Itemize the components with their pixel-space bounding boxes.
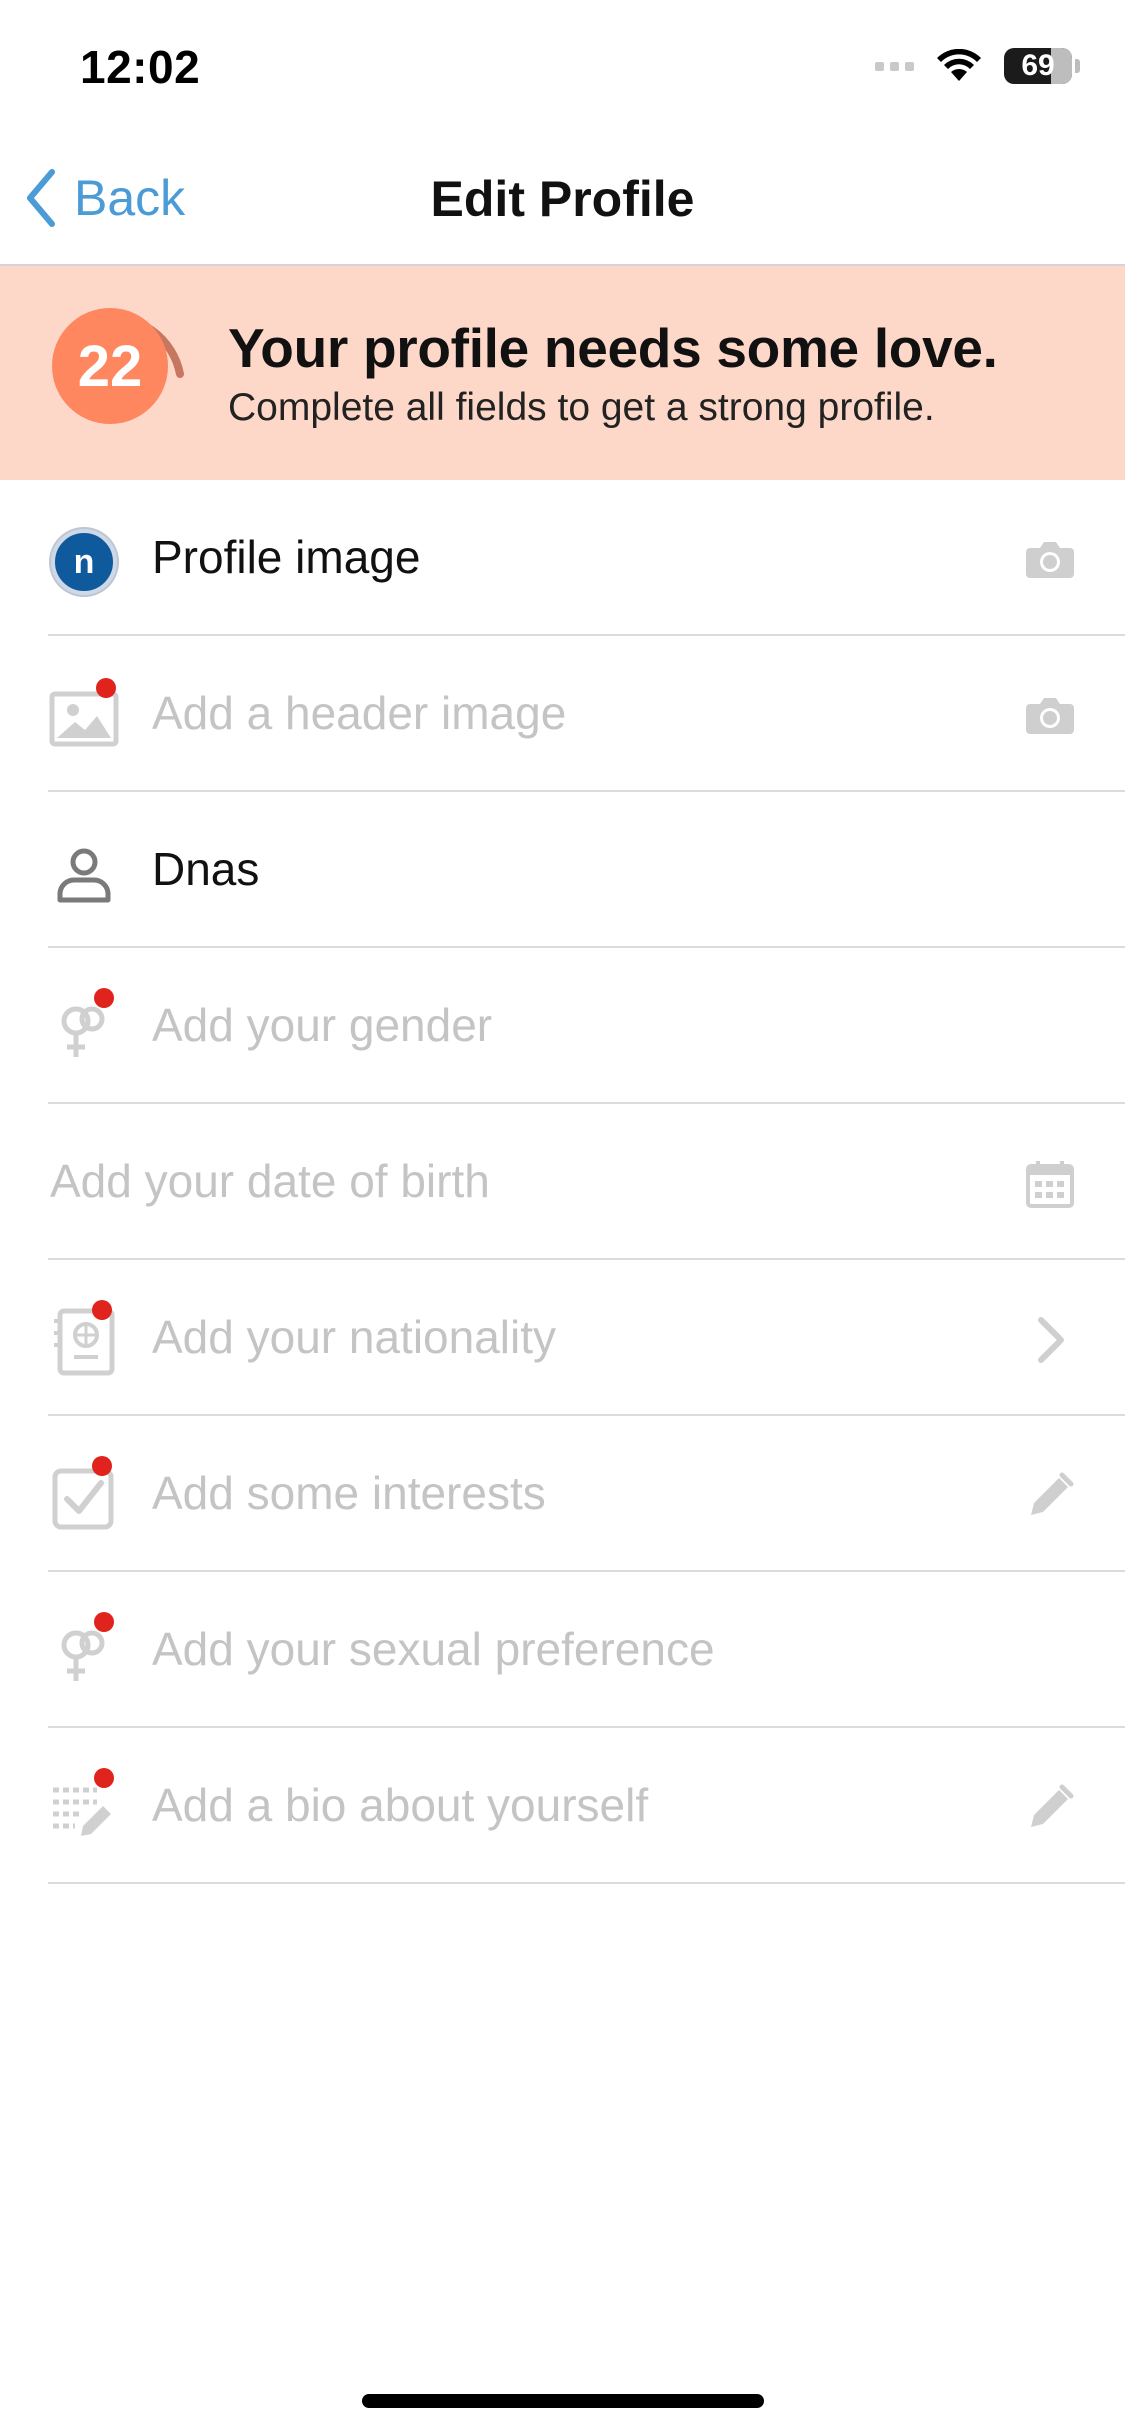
back-label: Back (74, 170, 186, 226)
profile-strength-banner: 22 Your profile needs some love. Complet… (0, 266, 1125, 480)
passport-icon (48, 1300, 120, 1378)
wifi-icon (936, 49, 982, 83)
person-icon (48, 838, 120, 910)
checkbox-icon (48, 1456, 120, 1534)
required-indicator (92, 1456, 112, 1476)
avatar: n (48, 526, 120, 598)
status-time: 12:02 (80, 41, 201, 93)
gender-icon (48, 988, 120, 1066)
calendar-icon[interactable] (1020, 1154, 1080, 1214)
required-indicator (92, 1300, 112, 1320)
row-label: Add your date of birth (50, 1155, 490, 1207)
row-date-of-birth[interactable]: Add your date of birth (0, 1104, 1125, 1260)
pencil-icon[interactable] (1020, 1466, 1080, 1526)
avatar-letter: n (73, 542, 95, 581)
required-indicator (94, 1612, 114, 1632)
banner-subtitle: Complete all fields to get a strong prof… (228, 386, 935, 429)
profile-fields-list: n Profile image Add a header image Dnas … (0, 480, 1125, 1884)
chevron-left-icon (24, 168, 58, 228)
row-header-image[interactable]: Add a header image (0, 636, 1125, 792)
home-indicator (362, 2394, 764, 2408)
battery-level: 69 (1021, 49, 1055, 82)
row-label: Add a bio about yourself (152, 1779, 649, 1831)
row-gender[interactable]: Add your gender (0, 948, 1125, 1104)
row-interests[interactable]: Add some interests (0, 1416, 1125, 1572)
row-nationality[interactable]: Add your nationality (0, 1260, 1125, 1416)
cellular-signal-icon (875, 61, 914, 71)
row-label: Add a header image (152, 687, 567, 739)
back-button[interactable]: Back (24, 168, 185, 228)
required-indicator (96, 678, 116, 698)
text-lines-icon (48, 1768, 120, 1846)
profile-score: 22 (52, 308, 168, 424)
row-label: Add your gender (152, 999, 493, 1051)
gender-icon (48, 1612, 120, 1690)
row-bio[interactable]: Add a bio about yourself (0, 1728, 1125, 1884)
row-label: Dnas (152, 843, 260, 895)
image-icon (48, 678, 120, 754)
pencil-icon[interactable] (1020, 1778, 1080, 1838)
battery-icon: 69 (1004, 48, 1072, 84)
camera-icon[interactable] (1020, 686, 1080, 746)
required-indicator (94, 988, 114, 1008)
status-indicators: 69 (875, 48, 1080, 84)
row-label: Add your sexual preference (152, 1623, 715, 1675)
navigation-bar: Back Edit Profile (0, 140, 1125, 266)
status-bar: 12:02 69 (0, 0, 1125, 140)
row-label: Profile image (152, 531, 421, 583)
row-label: Add your nationality (152, 1311, 557, 1363)
required-indicator (94, 1768, 114, 1788)
chevron-right-icon[interactable] (1020, 1310, 1080, 1370)
row-username[interactable]: Dnas (0, 792, 1125, 948)
row-profile-image[interactable]: n Profile image (0, 480, 1125, 636)
camera-icon[interactable] (1020, 530, 1080, 590)
row-label: Add some interests (152, 1467, 546, 1519)
banner-title: Your profile needs some love. (228, 317, 998, 379)
row-sexual-preference[interactable]: Add your sexual preference (0, 1572, 1125, 1728)
